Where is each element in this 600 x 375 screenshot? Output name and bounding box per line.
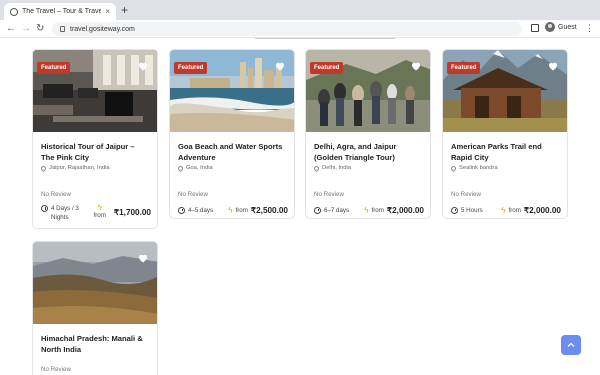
duration-label: 5 Hours [461,206,483,214]
reload-icon[interactable]: ↻ [36,22,44,36]
from-label: from [93,212,106,219]
tour-location: Goa, India [170,163,294,172]
review-label: No Review [41,366,71,373]
globe-icon [10,7,18,16]
heart-icon[interactable] [547,60,559,72]
browser-tab-bar: The Travel – Tour & Travels W × + [0,0,600,20]
duration-label: 4 Days / 3 Nights [51,205,79,221]
tour-card[interactable]: Himachal Pradesh: Manali & North India N… [32,241,158,375]
tour-image[interactable]: Featured [33,50,157,132]
location-label: Delhi, India [322,165,352,171]
profile-button[interactable]: Guest [545,22,577,32]
tour-card[interactable]: Featured Delhi, Agra, and Jaipur (Golden… [305,49,431,219]
from-label: from [235,206,248,214]
heart-icon[interactable] [137,252,149,264]
review-label: No Review [178,191,208,198]
price-label: ₹2,500.00 [250,206,288,215]
from-label: from [508,206,521,214]
location-label: Sealink bandra [459,165,498,171]
menu-icon[interactable]: ⋮ [585,23,594,34]
featured-badge: Featured [37,62,71,74]
review-label: No Review [314,191,344,198]
tour-image[interactable]: Featured [443,50,567,132]
from-label: from [371,206,384,214]
tour-meta: 4 Days / 3 Nights ϟ from ₹1,700.00 [41,203,151,222]
clock-icon [314,206,321,214]
tour-title[interactable]: Goa Beach and Water Sports Adventure [170,132,294,163]
url-text: travel.gositeway.com [70,25,135,33]
page-content: Featured Historical Tour of Jaipur – The… [0,38,600,375]
forward-icon[interactable]: → [21,22,31,36]
tour-image[interactable]: Featured [306,50,430,132]
clock-icon [451,206,458,214]
price-label: ₹1,700.00 [113,208,151,217]
duration-label: 4–5 days [188,206,214,214]
tour-location: Delhi, India [306,163,430,172]
from-group: ϟ from [94,203,106,219]
tour-title[interactable]: Historical Tour of Jaipur – The Pink Cit… [33,132,157,163]
scroll-top-button[interactable] [561,335,581,355]
featured-badge: Featured [310,62,344,74]
tour-meta: 5 Hours ϟ from ₹2,000.00 [451,205,561,215]
featured-badge: Featured [447,62,481,74]
location-label: Jaipur, Rajasthan, India [49,165,110,171]
tab-title: The Travel – Tour & Travels W [22,8,102,15]
lock-icon [60,26,65,32]
tour-image[interactable] [33,242,157,324]
side-panel-icon[interactable] [531,24,539,32]
tour-meta: 6–7 days ϟ from ₹2,000.00 [314,205,424,215]
heart-icon[interactable] [137,60,149,72]
heart-icon[interactable] [274,60,286,72]
tour-title[interactable]: Himachal Pradesh: Manali & North India [33,324,157,355]
tour-location: Sealink bandra [443,163,567,172]
review-label: No Review [41,191,71,198]
divider [255,38,395,39]
bolt-icon: ϟ [228,205,233,215]
close-tab-icon[interactable]: × [105,7,110,16]
profile-label: Guest [558,23,577,31]
pin-icon [39,164,48,172]
clock-icon [178,206,185,214]
tour-card[interactable]: Featured Goa Beach and Water Sports Adve… [169,49,295,219]
chevron-up-icon [567,342,575,347]
bolt-icon: ϟ [501,205,506,215]
avatar-icon [545,22,555,32]
featured-badge: Featured [174,62,208,74]
tour-card[interactable]: Featured Historical Tour of Jaipur – The… [32,49,158,229]
tour-title[interactable]: American Parks Trail end Rapid City [443,132,567,163]
new-tab-button[interactable]: + [121,3,128,17]
pin-icon [449,164,458,172]
pin-icon [176,164,185,172]
clock-icon [41,205,48,212]
address-bar[interactable]: travel.gositeway.com [52,22,522,36]
price-label: ₹2,000.00 [523,206,561,215]
back-icon[interactable]: ← [6,22,16,36]
pin-icon [312,164,321,172]
heart-icon[interactable] [410,60,422,72]
tour-card[interactable]: Featured American Parks Trail end Rapid … [442,49,568,219]
location-label: Goa, India [186,165,213,171]
browser-toolbar: ← → ↻ travel.gositeway.com Guest ⋮ [0,20,600,38]
bolt-icon: ϟ [97,203,102,212]
duration-label: 6–7 days [324,206,350,214]
browser-tab[interactable]: The Travel – Tour & Travels W × [4,3,116,20]
review-label: No Review [451,191,481,198]
tour-image[interactable]: Featured [170,50,294,132]
tour-title[interactable]: Delhi, Agra, and Jaipur (Golden Triangle… [306,132,430,163]
price-label: ₹2,000.00 [386,206,424,215]
bolt-icon: ϟ [364,205,369,215]
tour-meta: 4–5 days ϟ from ₹2,500.00 [178,205,288,215]
tour-location: Jaipur, Rajasthan, India [33,163,157,172]
